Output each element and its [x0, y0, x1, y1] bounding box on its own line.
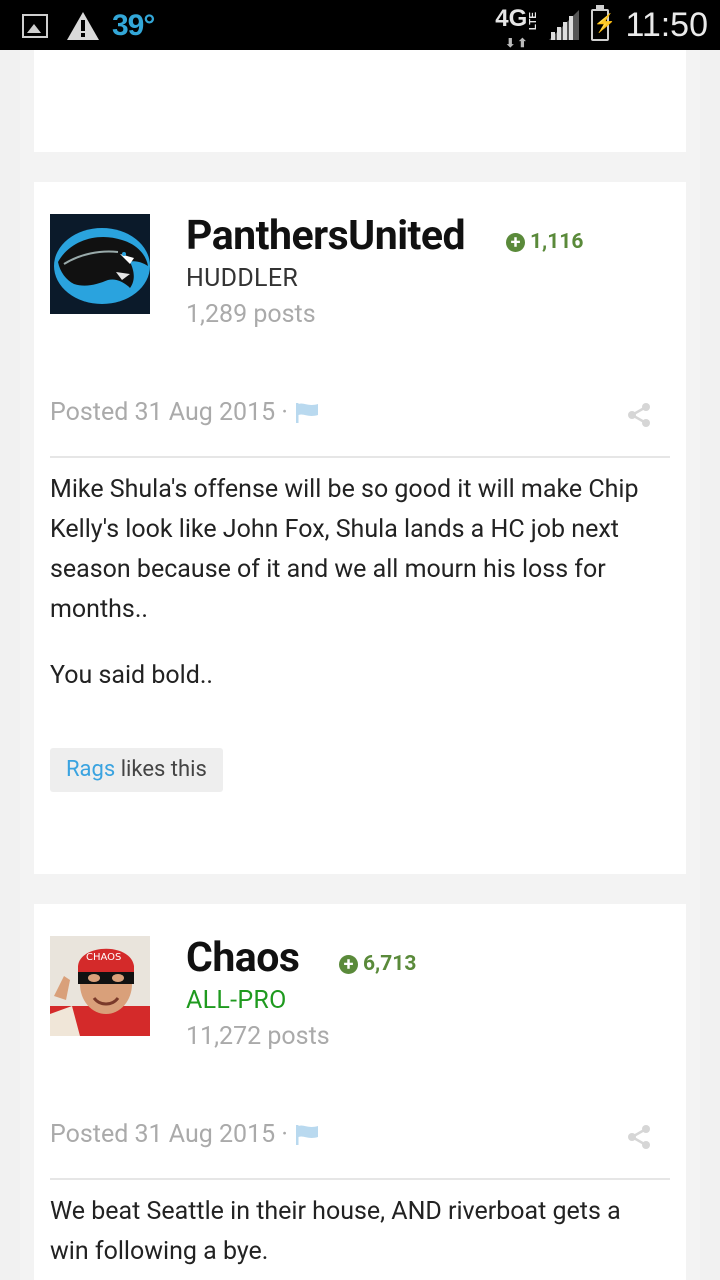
post-paragraph: You said bold..: [50, 661, 214, 690]
post-card: CHAOS Chaos + 6,713 ALL-PRO 11,272 posts…: [34, 904, 686, 1280]
divider: [50, 456, 670, 458]
reputation-value: 6,713: [363, 952, 417, 976]
member-rank: HUDDLER: [186, 264, 299, 293]
reputation-badge: + 6,713: [339, 952, 416, 976]
clock: 11:50: [625, 5, 708, 44]
status-bar: 39° 4GLTE ⬇⬆ 11:50: [0, 0, 720, 50]
likes-box: Rags likes this: [50, 748, 223, 792]
image-notification-icon: [22, 14, 48, 38]
avatar-panthers[interactable]: [50, 214, 150, 314]
svg-text:CHAOS: CHAOS: [86, 952, 121, 963]
post-card: PanthersUnited + 1,116 HUDDLER 1,289 pos…: [34, 182, 686, 874]
post-count: 11,272 posts: [186, 1022, 330, 1051]
reputation-badge: + 1,116: [506, 230, 583, 254]
post-count: 1,289 posts: [186, 300, 316, 329]
share-icon[interactable]: [626, 1124, 652, 1150]
likes-text: likes this: [115, 757, 207, 782]
plus-circle-icon: +: [506, 232, 525, 252]
username[interactable]: PanthersUnited: [186, 212, 466, 260]
divider: [50, 1178, 670, 1180]
panther-logo-icon: [50, 214, 150, 314]
network-type: 4GLTE ⬇⬆: [495, 6, 545, 50]
post-body: Mike Shula's offense will be so good it …: [50, 470, 662, 722]
liker-link[interactable]: Rags: [66, 757, 115, 782]
posted-date[interactable]: Posted 31 Aug 2015 ·: [50, 1120, 288, 1149]
post-body: We beat Seattle in their house, AND rive…: [50, 1192, 662, 1280]
forum-thread: PanthersUnited + 1,116 HUDDLER 1,289 pos…: [20, 50, 700, 1280]
member-rank: ALL-PRO: [186, 986, 287, 1015]
reputation-value: 1,116: [530, 230, 584, 254]
report-flag-icon[interactable]: [294, 1124, 320, 1146]
signal-icon: [549, 10, 580, 40]
post-paragraph: Mike Shula's offense will be so good it …: [50, 475, 639, 624]
posted-date[interactable]: Posted 31 Aug 2015 ·: [50, 398, 288, 427]
username[interactable]: Chaos: [186, 934, 300, 982]
plus-circle-icon: +: [339, 954, 358, 974]
masked-man-avatar-icon: CHAOS: [50, 936, 150, 1036]
temperature: 39°: [112, 9, 155, 42]
previous-post-card: [34, 50, 686, 152]
post-meta: Posted 31 Aug 2015 ·: [50, 398, 320, 427]
battery-charging-icon: [591, 5, 616, 41]
post-paragraph: We beat Seattle in their house, AND rive…: [50, 1197, 621, 1266]
avatar-chaos[interactable]: CHAOS: [50, 936, 150, 1036]
share-icon[interactable]: [626, 402, 652, 428]
warning-icon: [67, 12, 99, 40]
report-flag-icon[interactable]: [294, 402, 320, 424]
post-meta: Posted 31 Aug 2015 ·: [50, 1120, 320, 1149]
